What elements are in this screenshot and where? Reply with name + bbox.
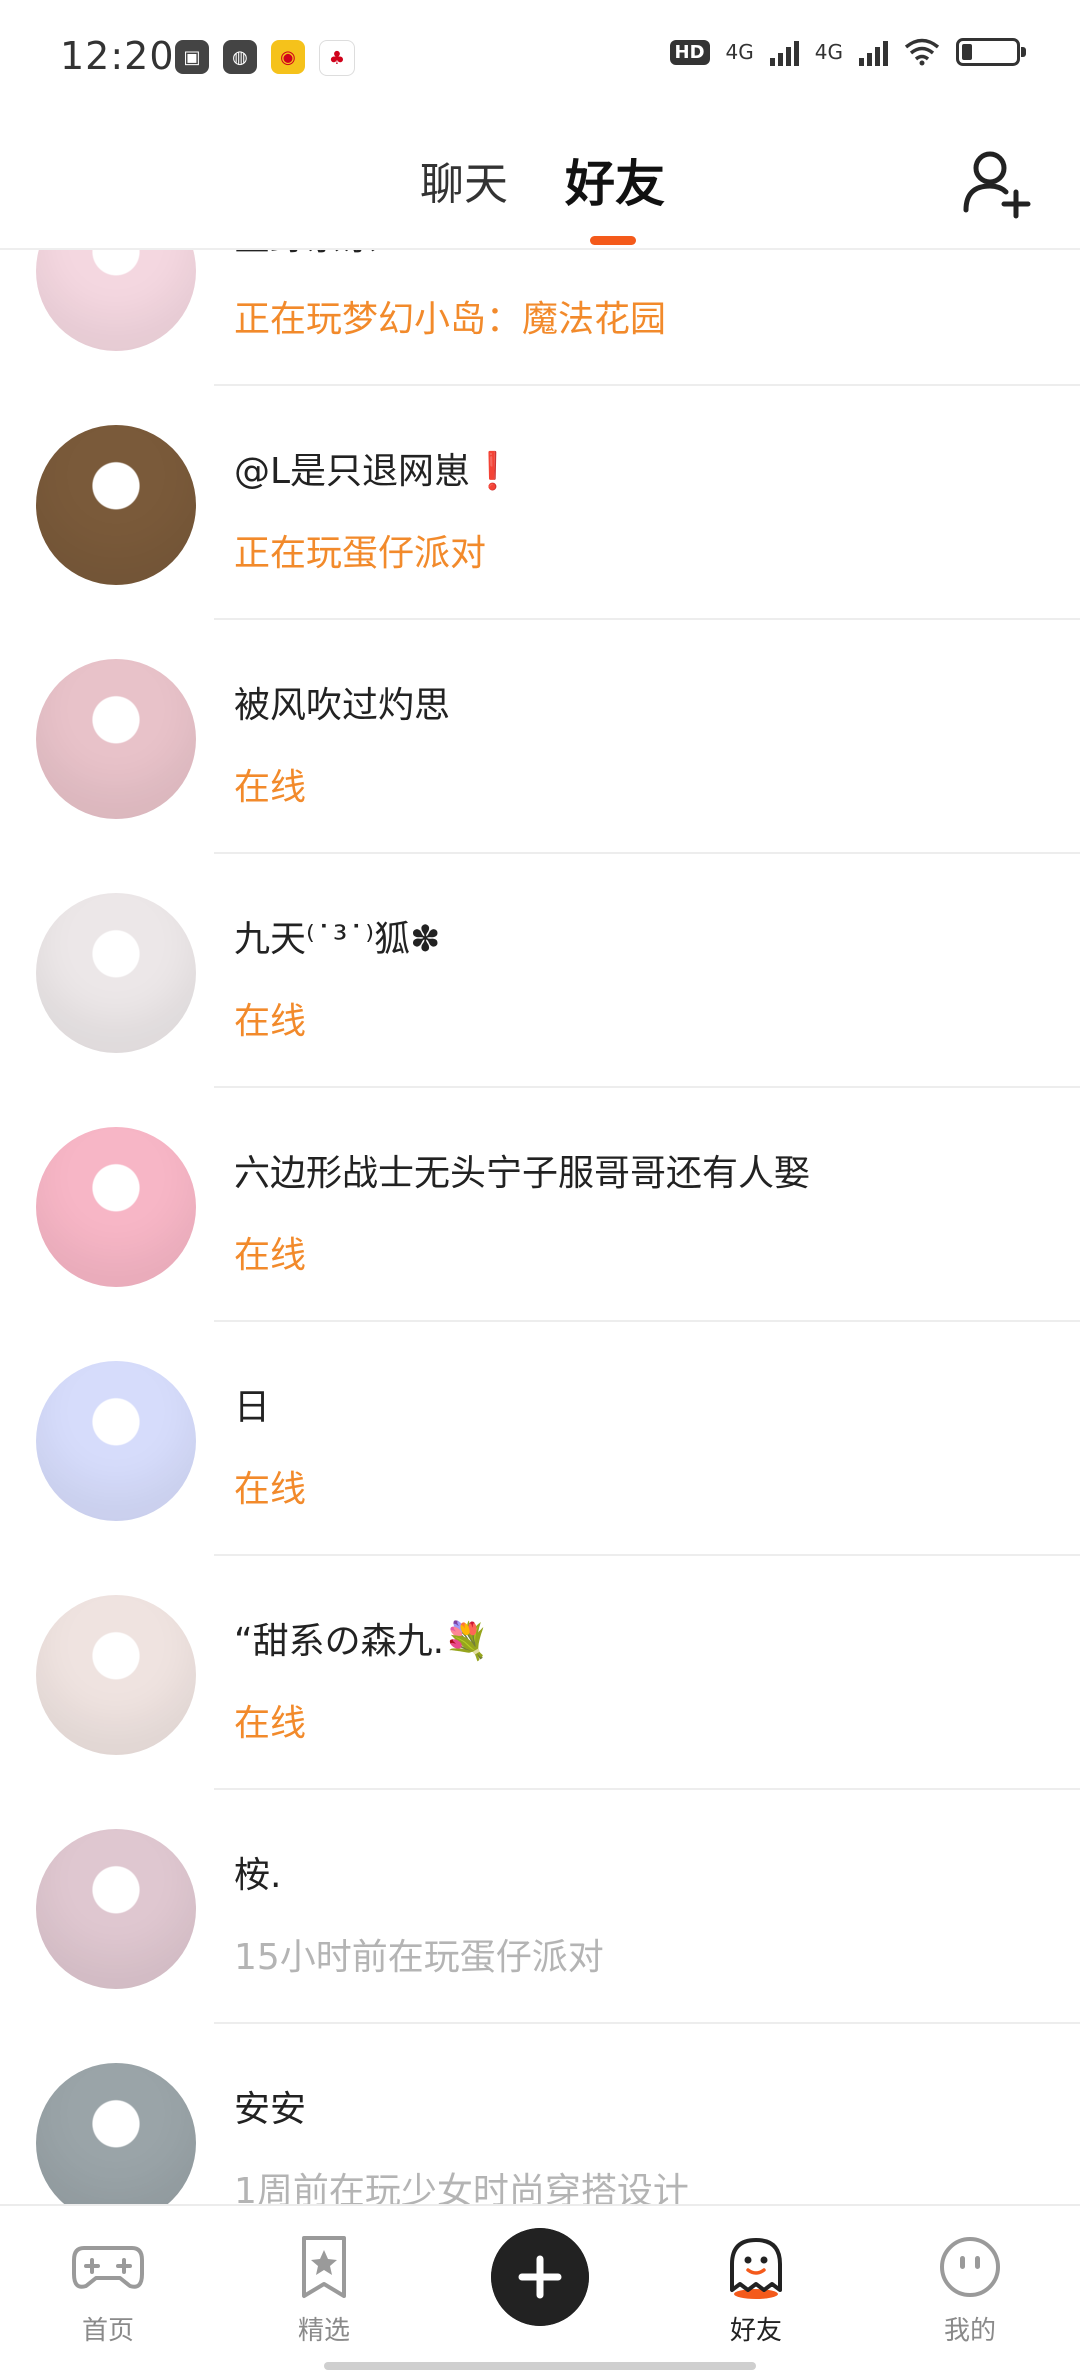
friend-row[interactable]: 被风吹过灼思 在线 <box>0 620 1080 854</box>
ghost-icon <box>730 2238 782 2299</box>
network-type-label: 4G <box>814 40 843 64</box>
home-indicator <box>324 2362 756 2370</box>
friend-row[interactable]: 安安 1周前在玩少女时尚穿搭设计 <box>0 2024 1080 2204</box>
friend-status: 在线 <box>234 1703 307 1744</box>
status-indicators: HD 4G 4G <box>669 38 1026 66</box>
add-person-icon <box>963 151 1031 219</box>
signal-icon <box>769 38 799 66</box>
network-type-label: 4G <box>725 40 754 64</box>
avatar[interactable] <box>36 659 196 819</box>
app-notification-icon: ♣ <box>319 40 355 76</box>
avatar[interactable] <box>36 1361 196 1521</box>
smiley-face-icon <box>940 2237 1000 2297</box>
friend-name: 星野奈奈 <box>234 250 378 260</box>
app-notification-icon: ▣ <box>175 40 209 74</box>
avatar[interactable] <box>36 1829 196 1989</box>
avatar[interactable] <box>36 893 196 1053</box>
nav-mine-label: 我的 <box>943 2316 996 2346</box>
friend-status: 在线 <box>234 1469 307 1510</box>
add-friend-button[interactable] <box>958 142 1038 222</box>
friend-row[interactable]: “甜系の森九.💐 在线 <box>0 1556 1080 1790</box>
nav-mine[interactable]: 我的 <box>900 2234 1040 2347</box>
create-button[interactable] <box>491 2228 589 2326</box>
friend-list-scroll: 星野奈奈 正在玩梦幻小岛：魔法花园 @L是只退网崽❗ 正在玩蛋仔派对 被风吹过灼… <box>0 250 1080 2204</box>
friend-name: 六边形战士无头宁子服哥哥还有人娶 <box>234 1153 811 1194</box>
friend-name: “甜系の森九.💐 <box>234 1621 489 1662</box>
nav-home[interactable]: 首页 <box>38 2234 178 2347</box>
friend-row[interactable]: 日 在线 <box>0 1322 1080 1556</box>
friend-list[interactable]: 星野奈奈 正在玩梦幻小岛：魔法花园 @L是只退网崽❗ 正在玩蛋仔派对 被风吹过灼… <box>0 250 1080 2204</box>
friend-status: 在线 <box>234 1001 307 1042</box>
status-notification-icons: ▣ ◍ ◉ ♣ <box>175 40 355 76</box>
nav-featured-label: 精选 <box>297 2316 350 2346</box>
star-bookmark-icon <box>302 2236 346 2298</box>
friend-name: 桉. <box>234 1855 282 1896</box>
bottom-nav: 首页 精选 好友 我的 <box>0 2204 1080 2378</box>
tab-friends[interactable]: 好友 <box>565 144 665 216</box>
friend-status: 正在玩梦幻小岛：魔法花园 <box>234 299 667 340</box>
gamepad-icon <box>72 2246 144 2289</box>
nav-featured[interactable]: 精选 <box>254 2234 394 2347</box>
avatar[interactable] <box>36 2063 196 2204</box>
friend-status: 在线 <box>234 1235 307 1276</box>
friend-row[interactable]: @L是只退网崽❗ 正在玩蛋仔派对 <box>0 386 1080 620</box>
friend-name: 九天⁽˙³˙⁾狐✽ <box>234 919 441 960</box>
wifi-icon <box>904 38 940 66</box>
friend-status: 在线 <box>234 767 307 808</box>
nav-home-label: 首页 <box>81 2316 134 2346</box>
avatar[interactable] <box>36 250 196 351</box>
avatar[interactable] <box>36 1595 196 1755</box>
friend-row[interactable]: 星野奈奈 正在玩梦幻小岛：魔法花园 <box>0 250 1080 386</box>
status-bar: 12:20 ▣ ◍ ◉ ♣ HD 4G 4G <box>0 0 1080 120</box>
tab-chat[interactable]: 聊天 <box>420 148 508 212</box>
signal-icon <box>859 38 888 66</box>
friend-status: 15小时前在玩蛋仔派对 <box>234 1937 604 1978</box>
friend-row[interactable]: 六边形战士无头宁子服哥哥还有人娶 在线 <box>0 1088 1080 1322</box>
friend-row[interactable]: 九天⁽˙³˙⁾狐✽ 在线 <box>0 854 1080 1088</box>
friend-status: 正在玩蛋仔派对 <box>234 533 487 574</box>
avatar[interactable] <box>36 425 196 585</box>
active-tab-indicator <box>590 236 636 245</box>
nav-friends[interactable]: 好友 <box>686 2234 826 2347</box>
avatar[interactable] <box>36 1127 196 1287</box>
hd-icon: HD <box>669 39 710 65</box>
battery-icon <box>956 38 1026 66</box>
app-notification-icon: ◍ <box>223 40 257 74</box>
friend-name: @L是只退网崽❗ <box>234 451 515 492</box>
nav-friends-label: 好友 <box>729 2316 782 2346</box>
friend-status: 1周前在玩少女时尚穿搭设计 <box>234 2171 689 2204</box>
friend-row[interactable]: 桉. 15小时前在玩蛋仔派对 <box>0 1790 1080 2024</box>
weibo-icon: ◉ <box>271 40 305 74</box>
status-time: 12:20 <box>60 34 175 78</box>
friend-name: 安安 <box>234 2089 307 2130</box>
friend-name: 日 <box>234 1387 271 1428</box>
friend-name: 被风吹过灼思 <box>234 685 451 726</box>
top-tab-bar: 聊天 好友 <box>0 120 1080 250</box>
